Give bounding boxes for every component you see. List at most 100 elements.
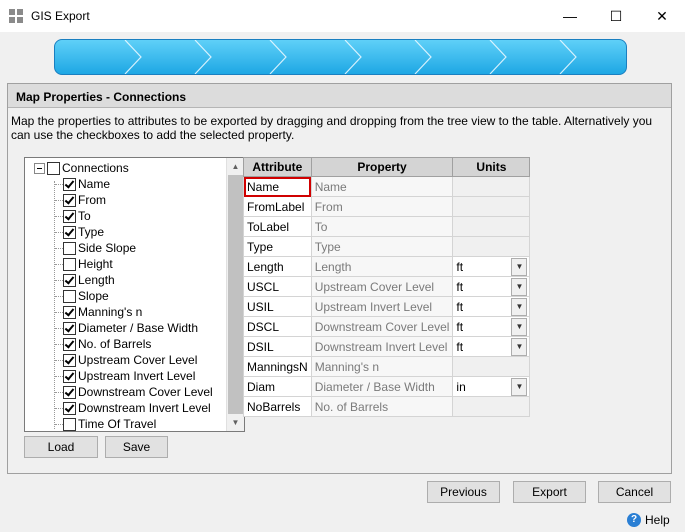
table-row[interactable]: ToLabel To xyxy=(243,216,531,237)
attribute-cell[interactable]: Diam xyxy=(243,376,312,397)
tree-item-checkbox[interactable] xyxy=(63,290,76,303)
tree-item[interactable]: Downstream Invert Level xyxy=(25,400,225,416)
column-header-property[interactable]: Property xyxy=(310,157,454,177)
attribute-cell[interactable]: ManningsN xyxy=(243,356,312,377)
chevron-down-icon[interactable]: ▼ xyxy=(511,298,528,316)
table-row[interactable]: DSIL Downstream Invert Level ft ▼ xyxy=(243,336,531,357)
attribute-cell[interactable]: USCL xyxy=(243,276,312,297)
scroll-down-icon[interactable]: ▼ xyxy=(227,414,244,431)
chevron-down-icon[interactable]: ▼ xyxy=(511,338,528,356)
property-cell: Upstream Cover Level xyxy=(310,276,454,297)
tree-item[interactable]: Manning's n xyxy=(25,304,225,320)
tree-item-checkbox[interactable] xyxy=(63,354,76,367)
tree-item-checkbox[interactable] xyxy=(63,194,76,207)
help-icon[interactable]: ? xyxy=(627,513,641,527)
attribute-cell[interactable]: Name xyxy=(243,176,312,197)
table-row[interactable]: FromLabel From xyxy=(243,196,531,217)
table-row[interactable]: ManningsN Manning's n xyxy=(243,356,531,377)
tree-item[interactable]: Side Slope xyxy=(25,240,225,256)
scroll-up-icon[interactable]: ▲ xyxy=(227,158,244,175)
units-cell[interactable]: ft ▼ xyxy=(452,256,531,277)
property-tree-view[interactable]: Connections ▲ ▼ Name From To Type Side Slope… xyxy=(24,157,245,432)
collapse-icon[interactable] xyxy=(34,163,45,174)
tree-item-checkbox[interactable] xyxy=(63,418,76,431)
tree-item-checkbox[interactable] xyxy=(63,242,76,255)
maximize-button[interactable]: ☐ xyxy=(593,0,639,32)
tree-item-checkbox[interactable] xyxy=(63,210,76,223)
tree-item[interactable]: To xyxy=(25,208,225,224)
units-cell[interactable]: ft ▼ xyxy=(452,336,531,357)
tree-item-checkbox[interactable] xyxy=(63,178,76,191)
units-value: ft xyxy=(456,319,464,334)
tree-item[interactable]: Slope xyxy=(25,288,225,304)
tree-item[interactable]: Time Of Travel xyxy=(25,416,225,431)
save-button[interactable]: Save xyxy=(105,436,168,458)
tree-item-checkbox[interactable] xyxy=(63,386,76,399)
scrollbar-thumb[interactable] xyxy=(228,175,243,414)
attribute-cell[interactable]: USIL xyxy=(243,296,312,317)
tree-item-label: Downstream Cover Level xyxy=(78,385,213,399)
tree-item[interactable]: Upstream Cover Level xyxy=(25,352,225,368)
attribute-cell[interactable]: DSIL xyxy=(243,336,312,357)
table-row[interactable]: USIL Upstream Invert Level ft ▼ xyxy=(243,296,531,317)
load-button[interactable]: Load xyxy=(24,436,98,458)
tree-item[interactable]: Name xyxy=(25,176,225,192)
minimize-button[interactable]: — xyxy=(547,0,593,32)
column-header-units[interactable]: Units xyxy=(452,157,531,177)
tree-root-label: Connections xyxy=(62,161,129,175)
tree-root-checkbox[interactable] xyxy=(47,162,60,175)
tree-connector xyxy=(55,232,63,233)
tree-item[interactable]: Type xyxy=(25,224,225,240)
chevron-down-icon[interactable]: ▼ xyxy=(511,258,528,276)
attribute-cell[interactable]: Length xyxy=(243,256,312,277)
previous-button[interactable]: Previous xyxy=(427,481,500,503)
tree-item-checkbox[interactable] xyxy=(63,226,76,239)
property-cell: Diameter / Base Width xyxy=(310,376,454,397)
tree-scrollbar[interactable]: ▲ ▼ xyxy=(226,158,244,431)
close-button[interactable]: ✕ xyxy=(639,0,685,32)
attribute-cell[interactable]: NoBarrels xyxy=(243,396,312,417)
units-cell[interactable]: ft ▼ xyxy=(452,276,531,297)
tree-item[interactable]: Downstream Cover Level xyxy=(25,384,225,400)
tree-connector xyxy=(55,296,63,297)
title-bar: GIS Export — ☐ ✕ xyxy=(0,0,685,32)
units-cell[interactable]: ft ▼ xyxy=(452,296,531,317)
table-row[interactable]: Name Name xyxy=(243,176,531,197)
tree-item-checkbox[interactable] xyxy=(63,258,76,271)
tree-item-checkbox[interactable] xyxy=(63,306,76,319)
chevron-down-icon[interactable]: ▼ xyxy=(511,278,528,296)
attribute-cell[interactable]: FromLabel xyxy=(243,196,312,217)
help-label[interactable]: Help xyxy=(645,511,670,529)
units-cell[interactable]: in ▼ xyxy=(452,376,531,397)
tree-item[interactable]: Length xyxy=(25,272,225,288)
table-row[interactable]: Length Length ft ▼ xyxy=(243,256,531,277)
tree-item-checkbox[interactable] xyxy=(63,338,76,351)
units-cell[interactable]: ft ▼ xyxy=(452,316,531,337)
property-cell: Length xyxy=(310,256,454,277)
chevron-down-icon[interactable]: ▼ xyxy=(511,378,528,396)
tree-item-checkbox[interactable] xyxy=(63,370,76,383)
attribute-cell[interactable]: DSCL xyxy=(243,316,312,337)
chevron-down-icon[interactable]: ▼ xyxy=(511,318,528,336)
tree-item[interactable]: Height xyxy=(25,256,225,272)
tree-item[interactable]: No. of Barrels xyxy=(25,336,225,352)
export-button[interactable]: Export xyxy=(513,481,586,503)
column-header-attribute[interactable]: Attribute xyxy=(243,157,312,177)
table-row[interactable]: USCL Upstream Cover Level ft ▼ xyxy=(243,276,531,297)
table-row[interactable]: Diam Diameter / Base Width in ▼ xyxy=(243,376,531,397)
tree-item-checkbox[interactable] xyxy=(63,274,76,287)
cancel-button[interactable]: Cancel xyxy=(598,481,671,503)
attribute-cell[interactable]: Type xyxy=(243,236,312,257)
tree-item[interactable]: Upstream Invert Level xyxy=(25,368,225,384)
tree-item[interactable]: Diameter / Base Width xyxy=(25,320,225,336)
section-header: Map Properties - Connections xyxy=(8,84,671,108)
units-cell xyxy=(452,216,531,237)
tree-item-checkbox[interactable] xyxy=(63,402,76,415)
table-row[interactable]: DSCL Downstream Cover Level ft ▼ xyxy=(243,316,531,337)
tree-item[interactable]: From xyxy=(25,192,225,208)
tree-root-connections[interactable]: Connections xyxy=(25,160,225,176)
tree-item-checkbox[interactable] xyxy=(63,322,76,335)
attribute-cell[interactable]: ToLabel xyxy=(243,216,312,237)
table-row[interactable]: Type Type xyxy=(243,236,531,257)
table-row[interactable]: NoBarrels No. of Barrels xyxy=(243,396,531,417)
